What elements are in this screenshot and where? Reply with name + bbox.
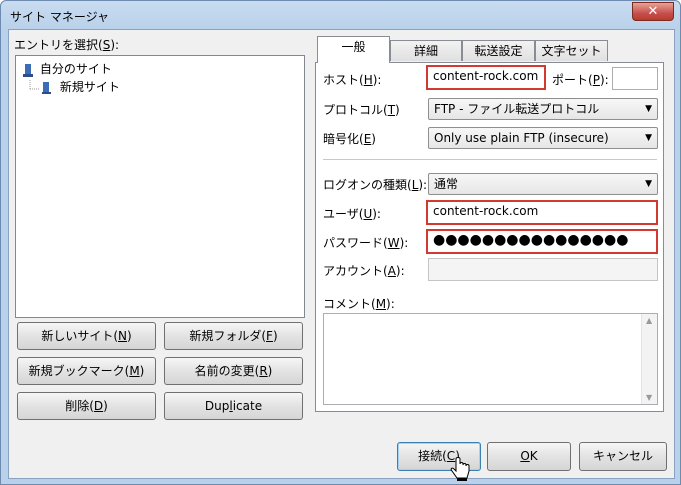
protocol-label: プロトコル(T): [323, 103, 400, 117]
entries-label: エントリを選択(S):: [14, 38, 120, 52]
new-site-button[interactable]: 新しいサイト(N): [17, 322, 156, 350]
port-input[interactable]: [612, 67, 658, 90]
close-icon: ✕: [647, 4, 659, 19]
comment-label: コメント(M):: [323, 297, 395, 311]
comment-textarea[interactable]: ▲ ▼: [323, 313, 658, 405]
cancel-button[interactable]: キャンセル: [579, 442, 667, 471]
delete-button[interactable]: 削除(D): [17, 392, 156, 420]
site-icon: [29, 79, 51, 94]
folder-root-icon: [23, 63, 33, 77]
tree-item-new-site[interactable]: 新規サイト: [28, 78, 120, 96]
user-label: ユーザ(U):: [323, 207, 381, 221]
scroll-up-icon[interactable]: ▲: [646, 316, 652, 325]
dialog-client: エントリを選択(S): 自分のサイト 新規サイト 新しいサイト(N) 新規フォル…: [8, 29, 675, 481]
host-input[interactable]: content-rock.com: [426, 65, 546, 90]
port-label: ポート(P):: [552, 73, 609, 87]
tab-general[interactable]: 一般: [317, 36, 390, 63]
duplicate-button[interactable]: Duplicate: [164, 392, 303, 420]
encryption-select[interactable]: Only use plain FTP (insecure) ▼: [428, 127, 658, 149]
logon-type-select[interactable]: 通常 ▼: [428, 173, 658, 195]
password-label: パスワード(W):: [323, 236, 409, 250]
new-bookmark-button[interactable]: 新規ブックマーク(M): [17, 357, 156, 385]
password-input[interactable]: ●●●●●●●●●●●●●●●●: [426, 229, 658, 254]
account-input[interactable]: [428, 258, 658, 281]
general-tab-panel: ホスト(H): content-rock.com ポート(P): プロトコル(T…: [315, 62, 664, 412]
chevron-down-icon: ▼: [645, 179, 652, 189]
tab-advanced[interactable]: 詳細: [390, 40, 462, 61]
protocol-select[interactable]: FTP - ファイル転送プロトコル ▼: [428, 98, 658, 120]
account-label: アカウント(A):: [323, 264, 405, 278]
tab-transfer-settings[interactable]: 転送設定: [462, 40, 535, 61]
rename-button[interactable]: 名前の変更(R): [164, 357, 303, 385]
logon-type-label: ログオンの種類(L):: [323, 178, 428, 192]
close-button[interactable]: ✕: [632, 2, 674, 21]
hand-cursor-icon: [450, 457, 470, 481]
scroll-down-icon[interactable]: ▼: [646, 393, 652, 402]
ok-button[interactable]: OK: [487, 442, 571, 471]
chevron-down-icon: ▼: [645, 104, 652, 114]
new-folder-button[interactable]: 新規フォルダ(F): [164, 322, 303, 350]
window-title: サイト マネージャ: [10, 10, 109, 24]
title-bar[interactable]: サイト マネージャ ✕: [1, 1, 680, 29]
encryption-label: 暗号化(E): [323, 132, 376, 146]
tree-item-my-sites[interactable]: 自分のサイト: [22, 60, 112, 78]
chevron-down-icon: ▼: [645, 133, 652, 143]
tab-charset[interactable]: 文字セット: [535, 40, 608, 61]
user-input[interactable]: content-rock.com: [426, 200, 658, 225]
host-label: ホスト(H):: [323, 73, 382, 87]
site-tree[interactable]: 自分のサイト 新規サイト: [15, 55, 305, 318]
comment-scrollbar[interactable]: ▲ ▼: [641, 314, 657, 404]
site-manager-window: サイト マネージャ ✕ エントリを選択(S): 自分のサイト 新規サイト 新しい…: [0, 0, 681, 485]
divider: [323, 159, 657, 160]
